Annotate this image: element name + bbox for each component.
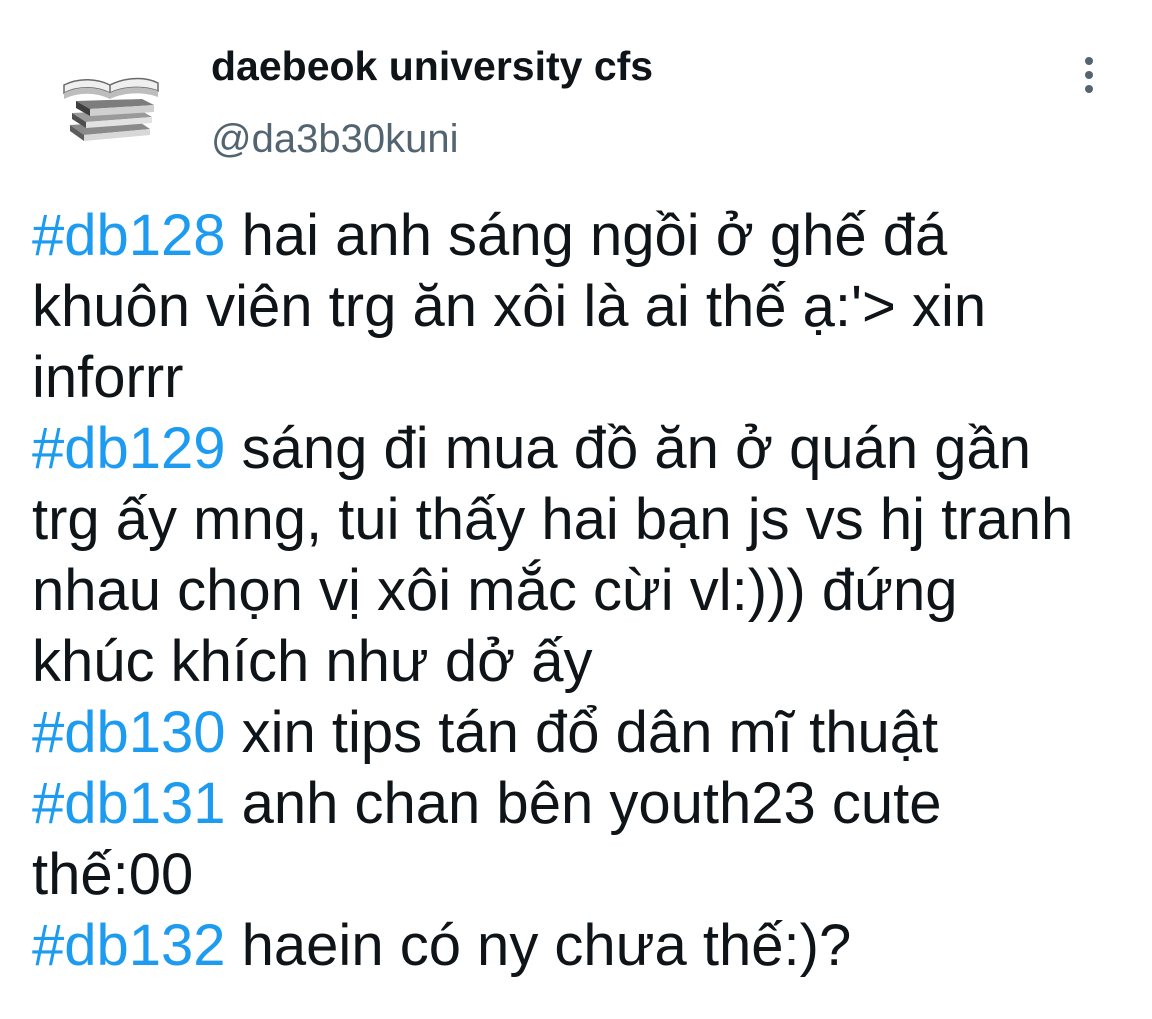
author-handle[interactable]: @da3b30kuni bbox=[211, 113, 458, 165]
tweet-line: #db128 hai anh sáng ngồi ở ghế đá bbox=[32, 200, 1142, 271]
tweet-line: khúc khích như dở ấy bbox=[32, 626, 1142, 697]
hashtag-link[interactable]: #db128 bbox=[32, 203, 226, 268]
author-avatar[interactable] bbox=[50, 55, 170, 155]
tweet-line-text: anh chan bên youth23 cute bbox=[225, 771, 942, 836]
tweet-line: #db131 anh chan bên youth23 cute bbox=[32, 768, 1142, 839]
tweet-line: nhau chọn vị xôi mắc cừi vl:))) đứng bbox=[32, 555, 1142, 626]
tweet-line: trg ấy mng, tui thấy hai bạn js vs hj tr… bbox=[32, 484, 1142, 555]
tweet-line-text: sáng đi mua đồ ăn ở quán gần bbox=[225, 416, 1032, 481]
tweet-line: #db132 haein có ny chưa thế:)? bbox=[32, 910, 1142, 981]
tweet-line-text: khuôn viên trg ăn xôi là ai thế ạ:'> xin bbox=[32, 274, 987, 339]
tweet-line-text: trg ấy mng, tui thấy hai bạn js vs hj tr… bbox=[32, 487, 1074, 552]
more-options-button[interactable] bbox=[1066, 50, 1112, 100]
hashtag-link[interactable]: #db132 bbox=[32, 913, 226, 978]
more-vertical-icon bbox=[1085, 57, 1093, 65]
tweet-line: khuôn viên trg ăn xôi là ai thế ạ:'> xin bbox=[32, 271, 1142, 342]
tweet-line-text: inforrr bbox=[32, 345, 184, 410]
tweet-line: thế:00 bbox=[32, 839, 1142, 910]
tweet-line-text: hai anh sáng ngồi ở ghế đá bbox=[225, 203, 948, 268]
more-vertical-icon-dot bbox=[1085, 71, 1093, 79]
tweet-line-text: khúc khích như dở ấy bbox=[32, 629, 593, 694]
tweet-line: #db130 xin tips tán đổ dân mĩ thuật bbox=[32, 697, 1142, 768]
tweet-line: #db129 sáng đi mua đồ ăn ở quán gần bbox=[32, 413, 1142, 484]
tweet-line-text: haein có ny chưa thế:)? bbox=[225, 913, 852, 978]
hashtag-link[interactable]: #db131 bbox=[32, 771, 226, 836]
tweet-card: daebeok university cfs @da3b30kuni #db12… bbox=[0, 0, 1152, 1019]
author-name[interactable]: daebeok university cfs bbox=[211, 40, 653, 92]
tweet-line-text: thế:00 bbox=[32, 842, 194, 907]
tweet-line-text: nhau chọn vị xôi mắc cừi vl:))) đứng bbox=[32, 558, 958, 623]
tweet-line: inforrr bbox=[32, 342, 1142, 413]
stacked-books-icon bbox=[63, 77, 159, 141]
more-vertical-icon-dot bbox=[1085, 85, 1093, 93]
hashtag-link[interactable]: #db129 bbox=[32, 416, 226, 481]
tweet-text: #db128 hai anh sáng ngồi ở ghế đá khuôn … bbox=[32, 200, 1142, 981]
tweet-line-text: xin tips tán đổ dân mĩ thuật bbox=[225, 700, 939, 765]
hashtag-link[interactable]: #db130 bbox=[32, 700, 226, 765]
